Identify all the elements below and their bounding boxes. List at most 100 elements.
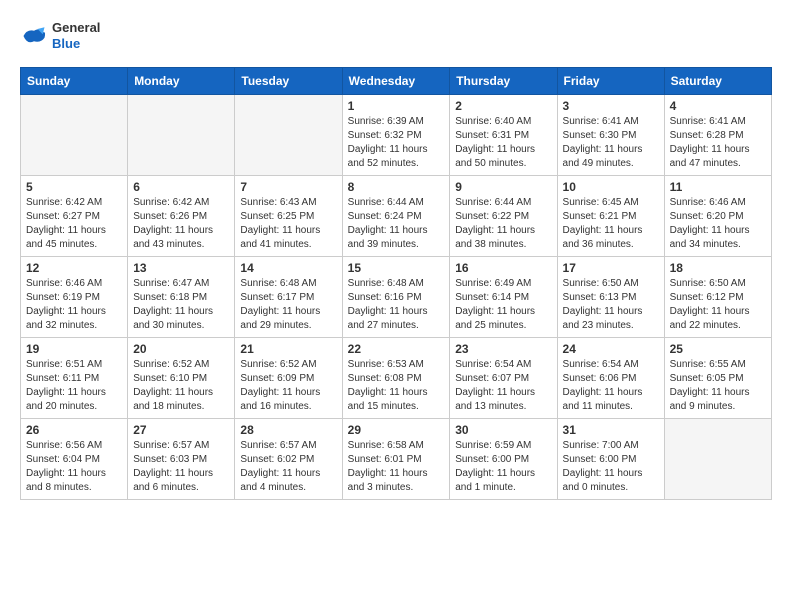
day-info: Sunrise: 6:41 AM Sunset: 6:30 PM Dayligh…: [563, 115, 659, 171]
calendar-cell: 19 Sunrise: 6:51 AM Sunset: 6:11 PM Dayli…: [21, 338, 128, 419]
day-number: 23: [455, 342, 551, 356]
weekday-header: Saturday: [664, 68, 771, 95]
calendar-cell: 15 Sunrise: 6:48 AM Sunset: 6:16 PM Dayli…: [342, 257, 450, 338]
calendar-cell: [235, 95, 342, 176]
calendar-cell: 28 Sunrise: 6:57 AM Sunset: 6:02 PM Dayli…: [235, 419, 342, 500]
page-header: General Blue: [20, 20, 772, 51]
day-info: Sunrise: 6:50 AM Sunset: 6:13 PM Dayligh…: [563, 277, 659, 333]
weekday-header: Thursday: [450, 68, 557, 95]
day-number: 17: [563, 261, 659, 275]
weekday-header: Tuesday: [235, 68, 342, 95]
day-info: Sunrise: 6:52 AM Sunset: 6:09 PM Dayligh…: [240, 358, 336, 414]
day-number: 8: [348, 180, 445, 194]
day-number: 30: [455, 423, 551, 437]
calendar-cell: 26 Sunrise: 6:56 AM Sunset: 6:04 PM Dayli…: [21, 419, 128, 500]
day-number: 15: [348, 261, 445, 275]
day-info: Sunrise: 6:46 AM Sunset: 6:20 PM Dayligh…: [670, 196, 766, 252]
calendar-cell: 20 Sunrise: 6:52 AM Sunset: 6:10 PM Dayli…: [128, 338, 235, 419]
calendar-cell: [664, 419, 771, 500]
week-row: 1 Sunrise: 6:39 AM Sunset: 6:32 PM Daylig…: [21, 95, 772, 176]
weekday-header-row: SundayMondayTuesdayWednesdayThursdayFrid…: [21, 68, 772, 95]
calendar-cell: 27 Sunrise: 6:57 AM Sunset: 6:03 PM Dayli…: [128, 419, 235, 500]
day-number: 6: [133, 180, 229, 194]
day-number: 16: [455, 261, 551, 275]
day-info: Sunrise: 6:40 AM Sunset: 6:31 PM Dayligh…: [455, 115, 551, 171]
calendar-cell: 30 Sunrise: 6:59 AM Sunset: 6:00 PM Dayli…: [450, 419, 557, 500]
calendar-cell: 11 Sunrise: 6:46 AM Sunset: 6:20 PM Dayli…: [664, 176, 771, 257]
day-info: Sunrise: 6:59 AM Sunset: 6:00 PM Dayligh…: [455, 439, 551, 495]
calendar-cell: 9Sunrise: 6:44 AM Sunset: 6:22 PM Daylig…: [450, 176, 557, 257]
day-number: 31: [563, 423, 659, 437]
logo: General Blue: [20, 20, 100, 51]
day-info: Sunrise: 6:42 AM Sunset: 6:27 PM Dayligh…: [26, 196, 122, 252]
day-number: 13: [133, 261, 229, 275]
logo-icon: [20, 22, 48, 50]
day-info: Sunrise: 6:57 AM Sunset: 6:03 PM Dayligh…: [133, 439, 229, 495]
calendar-cell: 16Sunrise: 6:49 AM Sunset: 6:14 PM Dayli…: [450, 257, 557, 338]
calendar-cell: [128, 95, 235, 176]
day-number: 1: [348, 99, 445, 113]
day-info: Sunrise: 7:00 AM Sunset: 6:00 PM Dayligh…: [563, 439, 659, 495]
calendar-cell: 23Sunrise: 6:54 AM Sunset: 6:07 PM Dayli…: [450, 338, 557, 419]
calendar-table: SundayMondayTuesdayWednesdayThursdayFrid…: [20, 67, 772, 500]
calendar-cell: 7 Sunrise: 6:43 AM Sunset: 6:25 PM Daylig…: [235, 176, 342, 257]
day-info: Sunrise: 6:44 AM Sunset: 6:24 PM Dayligh…: [348, 196, 445, 252]
day-info: Sunrise: 6:52 AM Sunset: 6:10 PM Dayligh…: [133, 358, 229, 414]
week-row: 12 Sunrise: 6:46 AM Sunset: 6:19 PM Dayli…: [21, 257, 772, 338]
calendar-cell: 13 Sunrise: 6:47 AM Sunset: 6:18 PM Dayli…: [128, 257, 235, 338]
calendar-cell: 22 Sunrise: 6:53 AM Sunset: 6:08 PM Dayli…: [342, 338, 450, 419]
day-info: Sunrise: 6:44 AM Sunset: 6:22 PM Dayligh…: [455, 196, 551, 252]
day-info: Sunrise: 6:48 AM Sunset: 6:17 PM Dayligh…: [240, 277, 336, 333]
calendar-cell: 5 Sunrise: 6:42 AM Sunset: 6:27 PM Daylig…: [21, 176, 128, 257]
day-number: 10: [563, 180, 659, 194]
weekday-header: Monday: [128, 68, 235, 95]
day-number: 7: [240, 180, 336, 194]
day-number: 4: [670, 99, 766, 113]
calendar-cell: 25 Sunrise: 6:55 AM Sunset: 6:05 PM Dayli…: [664, 338, 771, 419]
day-info: Sunrise: 6:51 AM Sunset: 6:11 PM Dayligh…: [26, 358, 122, 414]
day-number: 2: [455, 99, 551, 113]
day-number: 25: [670, 342, 766, 356]
day-info: Sunrise: 6:53 AM Sunset: 6:08 PM Dayligh…: [348, 358, 445, 414]
day-number: 18: [670, 261, 766, 275]
day-info: Sunrise: 6:46 AM Sunset: 6:19 PM Dayligh…: [26, 277, 122, 333]
day-number: 28: [240, 423, 336, 437]
calendar-cell: 3 Sunrise: 6:41 AM Sunset: 6:30 PM Daylig…: [557, 95, 664, 176]
week-row: 5 Sunrise: 6:42 AM Sunset: 6:27 PM Daylig…: [21, 176, 772, 257]
day-number: 22: [348, 342, 445, 356]
day-number: 19: [26, 342, 122, 356]
day-number: 27: [133, 423, 229, 437]
calendar-cell: 2 Sunrise: 6:40 AM Sunset: 6:31 PM Daylig…: [450, 95, 557, 176]
day-info: Sunrise: 6:55 AM Sunset: 6:05 PM Dayligh…: [670, 358, 766, 414]
calendar-cell: 17 Sunrise: 6:50 AM Sunset: 6:13 PM Dayli…: [557, 257, 664, 338]
day-number: 26: [26, 423, 122, 437]
calendar-cell: 4 Sunrise: 6:41 AM Sunset: 6:28 PM Daylig…: [664, 95, 771, 176]
calendar-cell: 14Sunrise: 6:48 AM Sunset: 6:17 PM Dayli…: [235, 257, 342, 338]
day-info: Sunrise: 6:54 AM Sunset: 6:06 PM Dayligh…: [563, 358, 659, 414]
day-number: 11: [670, 180, 766, 194]
day-info: Sunrise: 6:42 AM Sunset: 6:26 PM Dayligh…: [133, 196, 229, 252]
day-info: Sunrise: 6:39 AM Sunset: 6:32 PM Dayligh…: [348, 115, 445, 171]
week-row: 19 Sunrise: 6:51 AM Sunset: 6:11 PM Dayli…: [21, 338, 772, 419]
logo-text: General Blue: [52, 20, 100, 51]
day-number: 20: [133, 342, 229, 356]
day-info: Sunrise: 6:56 AM Sunset: 6:04 PM Dayligh…: [26, 439, 122, 495]
calendar-cell: 24 Sunrise: 6:54 AM Sunset: 6:06 PM Dayli…: [557, 338, 664, 419]
day-info: Sunrise: 6:47 AM Sunset: 6:18 PM Dayligh…: [133, 277, 229, 333]
day-info: Sunrise: 6:50 AM Sunset: 6:12 PM Dayligh…: [670, 277, 766, 333]
day-number: 21: [240, 342, 336, 356]
day-number: 24: [563, 342, 659, 356]
calendar-cell: 21 Sunrise: 6:52 AM Sunset: 6:09 PM Dayli…: [235, 338, 342, 419]
day-info: Sunrise: 6:57 AM Sunset: 6:02 PM Dayligh…: [240, 439, 336, 495]
day-info: Sunrise: 6:48 AM Sunset: 6:16 PM Dayligh…: [348, 277, 445, 333]
day-info: Sunrise: 6:41 AM Sunset: 6:28 PM Dayligh…: [670, 115, 766, 171]
weekday-header: Sunday: [21, 68, 128, 95]
day-info: Sunrise: 6:43 AM Sunset: 6:25 PM Dayligh…: [240, 196, 336, 252]
calendar-cell: 10Sunrise: 6:45 AM Sunset: 6:21 PM Dayli…: [557, 176, 664, 257]
week-row: 26 Sunrise: 6:56 AM Sunset: 6:04 PM Dayli…: [21, 419, 772, 500]
calendar-cell: 6 Sunrise: 6:42 AM Sunset: 6:26 PM Daylig…: [128, 176, 235, 257]
day-number: 12: [26, 261, 122, 275]
day-number: 3: [563, 99, 659, 113]
day-number: 5: [26, 180, 122, 194]
calendar-cell: 18 Sunrise: 6:50 AM Sunset: 6:12 PM Dayli…: [664, 257, 771, 338]
